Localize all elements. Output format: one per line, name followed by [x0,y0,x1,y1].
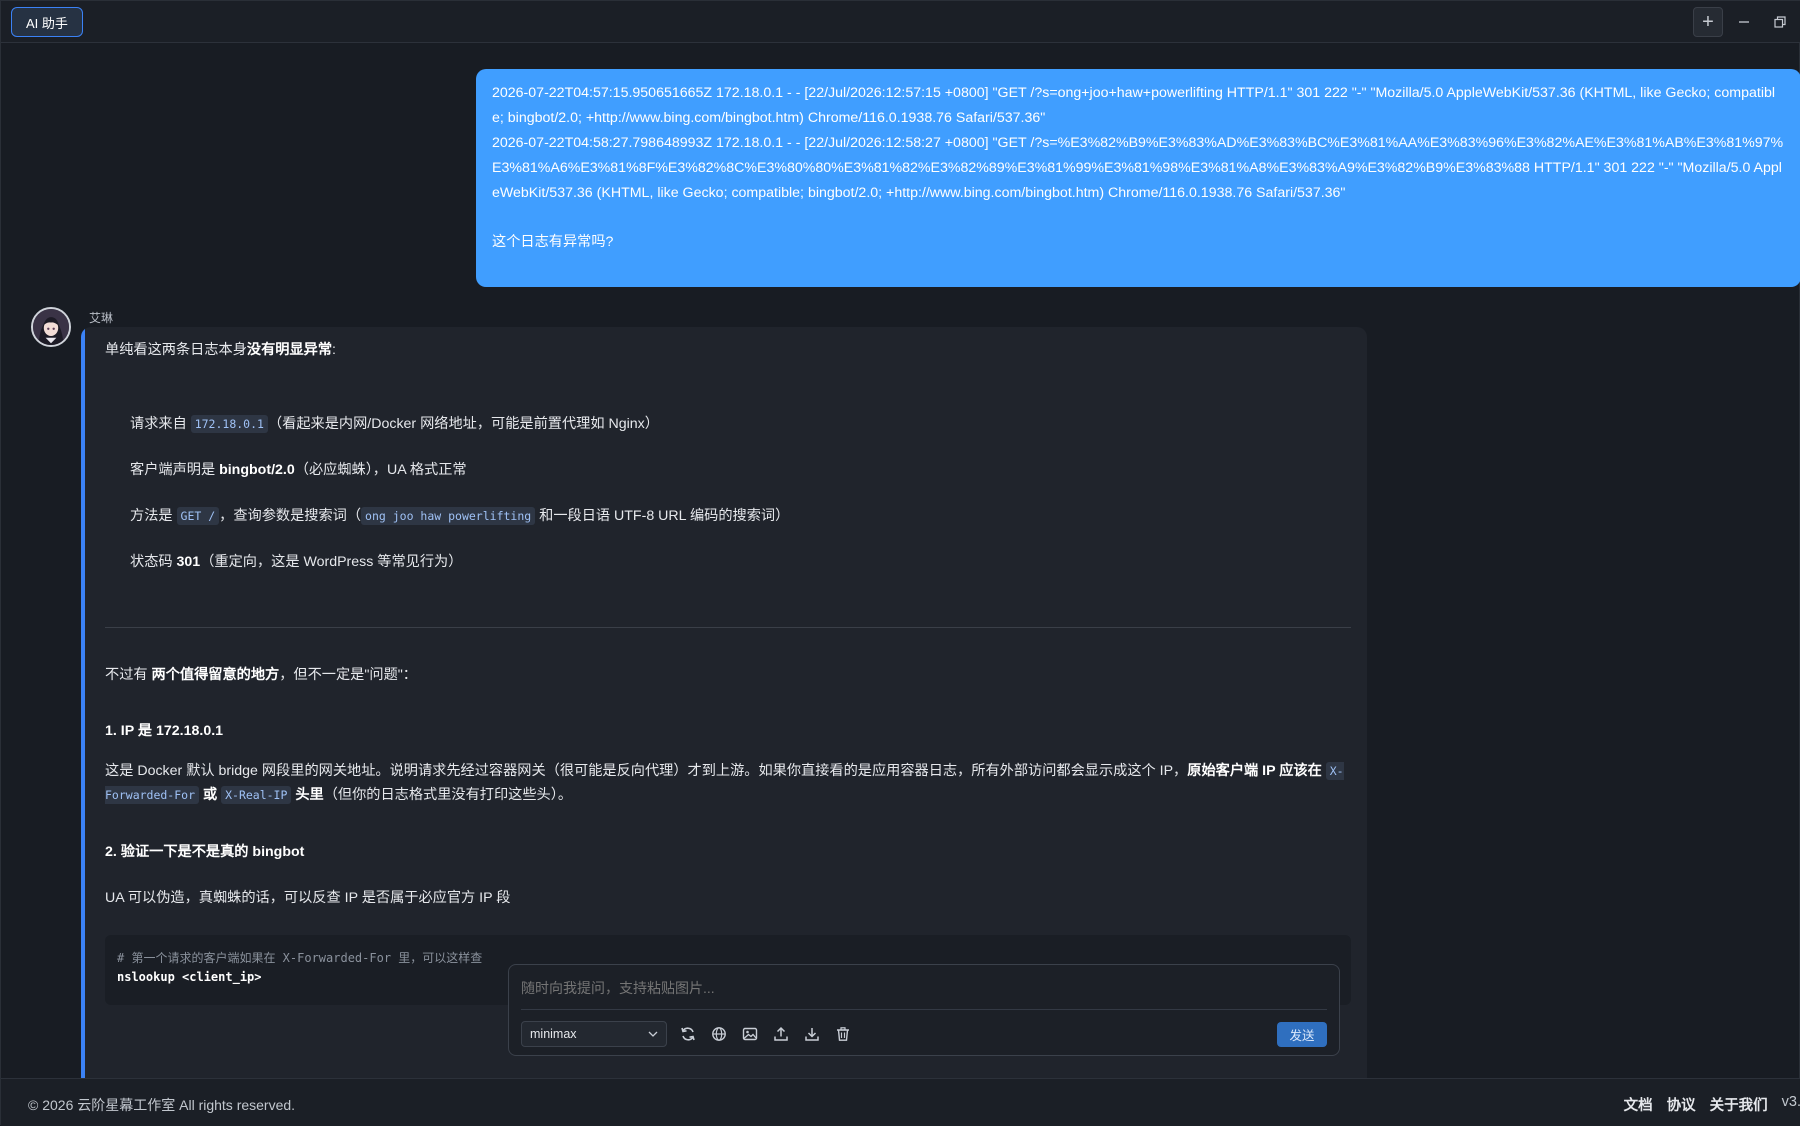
image-button[interactable] [739,1021,761,1047]
chat-input[interactable] [521,975,1321,1001]
bullet-item: 状态码 301（重定向，这是 WordPress 等常见行为） [130,551,462,571]
app-tab-ai-assistant[interactable]: AI 助手 [11,7,83,37]
message-accent-bar [81,327,85,1078]
minimize-button[interactable] [1729,7,1759,37]
copyright-text: © 2026 云阶星幕工作室 All rights reserved. [28,1097,296,1113]
inline-code: X-Real-IP [221,786,292,804]
intro-suffix: : [332,342,336,358]
minimize-icon [1739,21,1749,23]
paragraph-bold: 原始客户端 IP 应该在 [1187,763,1326,779]
globe-icon [712,1027,726,1041]
download-icon [805,1028,819,1041]
footer-link-agreement[interactable]: 协议 [1667,1094,1696,1115]
composer-divider [521,1009,1327,1010]
notice-bold: 两个值得留意的地方 [151,667,280,683]
inline-code: ong joo haw powerlifting [361,507,536,525]
bullet-text: ，查询参数是搜索词（ [219,508,362,524]
intro-text: 单纯看这两条日志本身 [105,342,247,358]
bot-name: 艾琳 [89,311,114,325]
notice-text: 不过有 [105,667,152,683]
window-controls: + [1693,7,1795,37]
notice-suffix: ，但不一定是"问题"： [279,667,417,683]
version-label: v3. [1781,1094,1800,1110]
point-1-heading: 1. IP 是 172.18.0.1 [105,720,223,740]
composer-toolbar [677,1021,854,1047]
bullet-item: 方法是 GET / ，查询参数是搜索词（ ong joo haw powerlift… [130,505,789,525]
footer-link-docs[interactable]: 文档 [1624,1094,1653,1115]
point-2-heading: 2. 验证一下是不是真的 bingbot [105,841,304,861]
clear-button[interactable] [832,1021,854,1047]
point-1-paragraph: 这是 Docker 默认 bridge 网段里的网关地址。说明请求先经过容器网关… [105,759,1351,807]
bullet-bold: bingbot/2.0 [219,462,295,478]
model-select[interactable]: minimax [521,1021,667,1047]
refresh-button[interactable] [677,1021,699,1047]
inline-code: GET / [176,507,220,525]
footer-links: 文档 协议 关于我们 v3. [1624,1094,1800,1115]
paragraph-text: 这是 Docker 默认 bridge 网段里的网关地址。说明请求先经过容器网关… [105,763,1188,779]
paragraph-bold: 或 [199,787,222,803]
bullet-text: 请求来自 [130,416,191,432]
footer: © 2026 云阶星幕工作室 All rights reserved. 文档 协… [1,1078,1800,1126]
paragraph-text: （但你的日志格式里没有打印这些头）。 [323,787,573,803]
bullet-text: （必应蜘蛛），UA 格式正常 [294,462,467,478]
restore-icon [1774,16,1786,28]
avatar-image-icon [33,309,69,345]
point-2-title: 2. 验证一下是不是真的 bingbot [105,844,305,860]
upload-icon [774,1026,788,1041]
intro-line: 单纯看这两条日志本身没有明显异常: [105,339,336,359]
trash-icon [837,1027,849,1041]
upload-button[interactable] [770,1021,792,1047]
image-icon [742,1027,758,1041]
refresh-icon [681,1027,695,1041]
bullet-text: 和一段日语 UTF-8 URL 编码的搜索词） [535,508,790,524]
plus-icon: + [1702,10,1714,33]
message-composer: minimax 发送 [508,964,1340,1056]
model-select-value: minimax [530,1027,577,1041]
web-search-button[interactable] [708,1021,730,1047]
log-line-1: 2026-07-22T04:57:15.950651665Z 172.18.0.… [492,85,1776,126]
footer-link-about[interactable]: 关于我们 [1710,1094,1768,1115]
bullet-text: 状态码 [130,554,177,570]
user-message-bubble: 2026-07-22T04:57:15.950651665Z 172.18.0.… [476,69,1800,287]
bot-avatar [31,307,71,347]
intro-bold: 没有明显异常 [246,342,333,358]
divider [105,627,1351,628]
restore-button[interactable] [1765,7,1795,37]
chevron-down-icon [648,1031,658,1037]
bullet-text: 客户端声明是 [130,462,220,478]
bullet-item: 客户端声明是 bingbot/2.0（必应蜘蛛），UA 格式正常 [130,459,467,479]
chat-area[interactable]: 2026-07-22T04:57:15.950651665Z 172.18.0.… [7,43,1800,1078]
point-1-title: 1. IP 是 172.18.0.1 [105,723,224,739]
bullet-item: 请求来自 172.18.0.1 （看起来是内网/Docker 网络地址，可能是前置… [130,413,659,433]
point-2-paragraph: UA 可以伪造，真蜘蛛的话，可以反查 IP 是否属于必应官方 IP 段 [105,887,510,907]
bullet-bold: 301 [176,554,201,570]
app-window: AI 助手 + 2026-07-22T04:57:15.950651665Z 1… [0,0,1800,1126]
bullet-text: （看起来是内网/Docker 网络地址，可能是前置代理如 Nginx） [267,416,659,432]
paragraph-text: UA 可以伪造，真蜘蛛的话，可以反查 IP 是否属于必应官方 IP 段 [105,890,511,906]
paragraph-bold: 头里 [291,787,324,803]
notice-line: 不过有 两个值得留意的地方，但不一定是"问题"： [105,664,417,684]
download-button[interactable] [801,1021,823,1047]
title-bar: AI 助手 + [1,1,1800,43]
log-line-2: 2026-07-22T04:58:27.798648993Z 172.18.0.… [492,135,1784,201]
bullet-text: （重定向，这是 WordPress 等常见行为） [200,554,463,570]
send-button[interactable]: 发送 [1277,1022,1327,1047]
inline-code: 172.18.0.1 [190,415,268,433]
new-chat-button[interactable]: + [1693,7,1723,37]
user-question: 这个日志有异常吗? [492,234,614,250]
bullet-text: 方法是 [130,508,177,524]
